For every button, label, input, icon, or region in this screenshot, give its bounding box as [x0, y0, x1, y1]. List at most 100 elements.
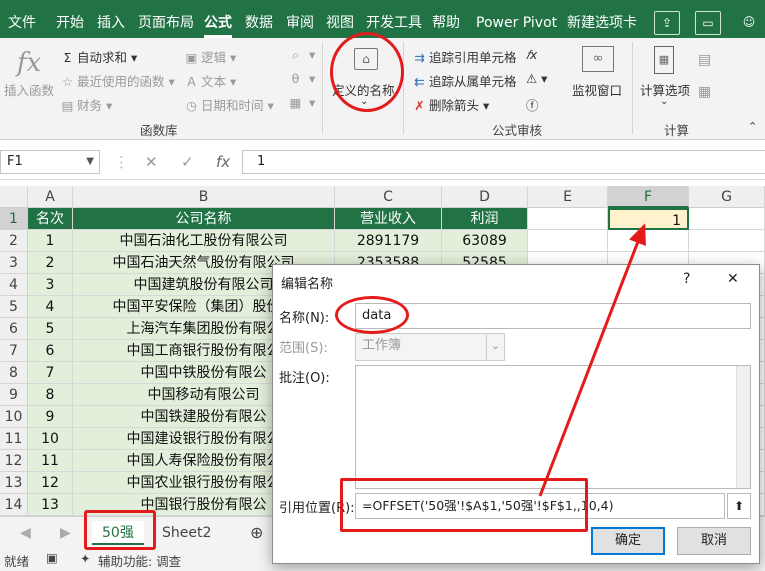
evaluate-formula-icon[interactable]: ⓕ	[526, 95, 539, 114]
column-header-g[interactable]: G	[689, 186, 765, 208]
column-header-c[interactable]: C	[335, 186, 442, 208]
column-header-e[interactable]: E	[528, 186, 608, 208]
row-header[interactable]: 5	[0, 296, 28, 318]
trace-precedents-button[interactable]: ⇉ 追踪引用单元格	[412, 47, 516, 66]
row-header[interactable]: 8	[0, 362, 28, 384]
calc-now-icon[interactable]: ▤	[698, 52, 711, 68]
cell-profit[interactable]: 63089	[442, 230, 528, 252]
cell-rank[interactable]: 11	[28, 450, 73, 472]
row-header[interactable]: 2	[0, 230, 28, 252]
more-functions-button[interactable]: ▦ ▾	[288, 95, 316, 110]
row-header[interactable]: 3	[0, 252, 28, 274]
tab-home[interactable]: 开始	[56, 0, 84, 38]
header-cell-company[interactable]: 公司名称	[73, 208, 335, 230]
ok-button[interactable]: 确定	[591, 527, 665, 555]
macro-record-icon[interactable]: ▣	[46, 550, 58, 565]
row-header[interactable]: 9	[0, 384, 28, 406]
column-header-f[interactable]: F	[608, 186, 689, 208]
tab-file[interactable]: 文件	[8, 0, 36, 38]
cell-f[interactable]	[608, 230, 689, 252]
insert-function-button[interactable]: 插入函数	[4, 80, 54, 99]
add-sheet-icon[interactable]: ⊕	[240, 521, 273, 545]
smiley-icon[interactable]: ☺	[736, 11, 762, 35]
cell-e[interactable]	[528, 230, 608, 252]
header-cell-profit[interactable]: 利润	[442, 208, 528, 230]
tab-insert[interactable]: 插入	[97, 0, 125, 38]
calc-sheet-icon[interactable]: ▦	[698, 84, 711, 100]
remove-arrows-button[interactable]: ✗ 删除箭头 ▾	[412, 95, 489, 114]
close-button[interactable]: ✕	[727, 271, 739, 287]
cell-e[interactable]	[528, 208, 608, 230]
cell-rank[interactable]: 12	[28, 472, 73, 494]
row-header[interactable]: 11	[0, 428, 28, 450]
show-formulas-icon[interactable]: 𝑓x	[526, 47, 537, 63]
help-button[interactable]: ?	[683, 271, 690, 287]
tab-review[interactable]: 审阅	[286, 0, 314, 38]
cell-f1-selected[interactable]: 1	[608, 208, 689, 230]
cell-company[interactable]: 中国石油化工股份有限公司	[73, 230, 335, 252]
scope-select[interactable]: 工作簿 ⌄	[355, 333, 505, 361]
tab-power-pivot[interactable]: Power Pivot	[476, 0, 557, 38]
collapse-ribbon-icon[interactable]: ⌃	[748, 120, 757, 133]
tab-page-layout[interactable]: 页面布局	[138, 0, 194, 38]
column-header-d[interactable]: D	[442, 186, 528, 208]
comment-icon[interactable]: ▭	[695, 11, 721, 35]
cell-rank[interactable]: 13	[28, 494, 73, 516]
logic-button[interactable]: ▣ 逻辑 ▾	[184, 47, 237, 66]
cell-g[interactable]	[689, 230, 765, 252]
cell-rank[interactable]: 6	[28, 340, 73, 362]
cell-rank[interactable]: 1	[28, 230, 73, 252]
row-header[interactable]: 10	[0, 406, 28, 428]
tab-data[interactable]: 数据	[245, 0, 273, 38]
tab-new-tab[interactable]: 新建选项卡	[567, 0, 637, 38]
select-all-corner[interactable]	[0, 186, 28, 208]
header-cell-rank[interactable]: 名次	[28, 208, 73, 230]
cancel-icon[interactable]: ✕	[145, 153, 158, 171]
row-header[interactable]: 6	[0, 318, 28, 340]
cell-rank[interactable]: 2	[28, 252, 73, 274]
finance-button[interactable]: ▤ 财务 ▾	[60, 95, 113, 114]
sheet-tab-sheet2[interactable]: Sheet2	[152, 521, 221, 545]
name-box[interactable]: F1 ▼	[0, 150, 100, 174]
scroll-left-icon[interactable]: ◀	[10, 521, 41, 545]
math-button[interactable]: θ ▾	[288, 71, 316, 86]
recent-functions-button[interactable]: ☆ 最近使用的函数 ▾	[60, 71, 175, 90]
comment-scrollbar[interactable]	[736, 366, 750, 488]
collapse-dialog-icon[interactable]: ⬆	[727, 493, 751, 519]
trace-dependents-button[interactable]: ⇇ 追踪从属单元格	[412, 71, 516, 90]
cancel-button[interactable]: 取消	[677, 527, 751, 555]
comment-textarea[interactable]	[355, 365, 751, 489]
cell-g[interactable]	[689, 208, 765, 230]
text-button[interactable]: A 文本 ▾	[184, 71, 236, 90]
cell-rank[interactable]: 8	[28, 384, 73, 406]
share-icon[interactable]: ⇪	[654, 11, 680, 35]
accessibility-icon[interactable]: ✦	[80, 551, 90, 566]
column-header-b[interactable]: B	[73, 186, 335, 208]
chevron-down-icon[interactable]: ▼	[86, 151, 94, 173]
scroll-right-icon[interactable]: ▶	[50, 521, 81, 545]
status-accessibility[interactable]: 辅助功能: 调查	[98, 551, 181, 570]
cell-rank[interactable]: 7	[28, 362, 73, 384]
cell-rank[interactable]: 5	[28, 318, 73, 340]
header-cell-revenue[interactable]: 营业收入	[335, 208, 442, 230]
enter-icon[interactable]: ✓	[181, 153, 194, 171]
insert-function-icon[interactable]: fx	[14, 48, 44, 78]
cell-rank[interactable]: 9	[28, 406, 73, 428]
column-header-a[interactable]: A	[28, 186, 73, 208]
tab-help[interactable]: 帮助	[432, 0, 460, 38]
row-header[interactable]: 4	[0, 274, 28, 296]
row-header[interactable]: 7	[0, 340, 28, 362]
insert-function-icon[interactable]: fx	[216, 153, 230, 171]
row-header[interactable]: 1	[0, 208, 28, 230]
cell-rank[interactable]: 10	[28, 428, 73, 450]
name-field[interactable]: data	[355, 303, 751, 329]
row-header[interactable]: 13	[0, 472, 28, 494]
row-header[interactable]: 14	[0, 494, 28, 516]
tab-formulas[interactable]: 公式	[204, 0, 232, 38]
watch-window-button[interactable]: 监视窗口	[572, 80, 622, 99]
lookup-button[interactable]: ⌕ ▾	[288, 47, 315, 63]
row-header[interactable]: 12	[0, 450, 28, 472]
cell-rank[interactable]: 4	[28, 296, 73, 318]
autosum-button[interactable]: Σ 自动求和 ▾	[60, 47, 138, 66]
tab-view[interactable]: 视图	[326, 0, 354, 38]
